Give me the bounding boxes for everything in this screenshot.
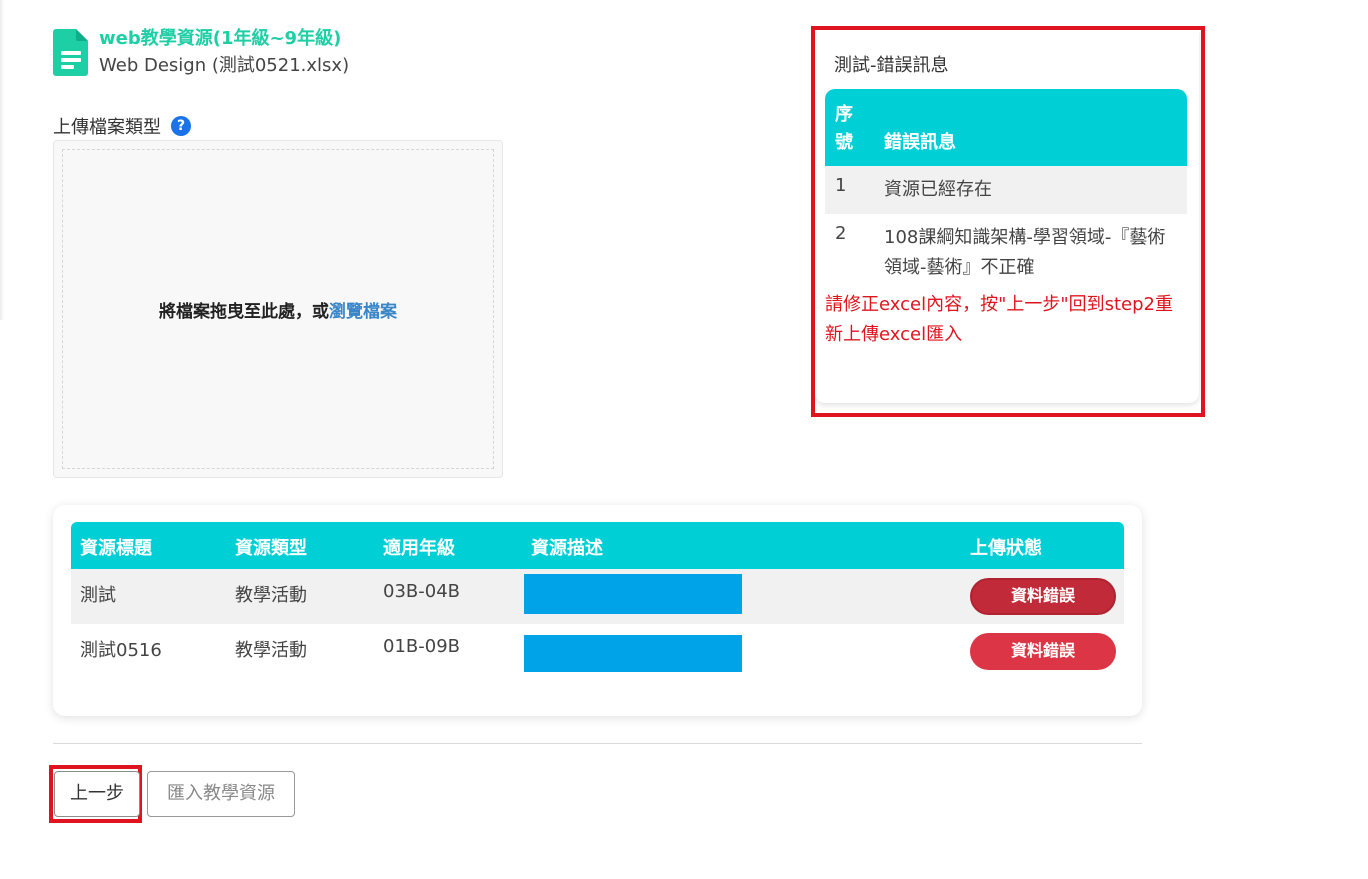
dropzone-text: 將檔案拖曳至此處，或瀏覽檔案 — [159, 297, 397, 322]
error-row-no: 2 — [835, 223, 847, 244]
import-resources-button[interactable]: 匯入教學資源 — [147, 771, 295, 817]
cell-type: 教學活動 — [235, 640, 307, 661]
file-title: web教學資源(1年級~9年級) — [99, 28, 342, 49]
cell-type: 教學活動 — [235, 585, 307, 606]
table-row: 測試0516 教學活動 01B-09B 資料錯誤 — [71, 624, 1124, 679]
upload-type-text: 上傳檔案類型 — [53, 117, 161, 138]
col-description: 資源描述 — [531, 538, 603, 559]
col-status: 上傳狀態 — [970, 538, 1042, 559]
file-dropzone[interactable]: 將檔案拖曳至此處，或瀏覽檔案 — [53, 140, 503, 478]
error-instruction: 請修正excel內容，按"上一步"回到step2重新上傳excel匯入 — [825, 294, 1174, 345]
cell-title: 測試0516 — [80, 640, 162, 661]
dropzone-area[interactable]: 將檔案拖曳至此處，或瀏覽檔案 — [62, 149, 494, 469]
file-subtitle: Web Design (測試0521.xlsx) — [99, 55, 350, 76]
table-row: 測試 教學活動 03B-04B 資料錯誤 — [71, 569, 1124, 624]
col-grade: 適用年級 — [383, 538, 455, 559]
document-icon — [53, 29, 88, 76]
resource-table-header: 資源標題 資源類型 適用年級 資源描述 上傳狀態 — [71, 522, 1124, 569]
error-col-no: 序號 — [835, 104, 853, 153]
divider — [53, 743, 1142, 744]
dropzone-instruction: 將檔案拖曳至此處，或 — [159, 301, 329, 322]
error-row-message: 資源已經存在 — [884, 179, 992, 200]
error-col-message: 錯誤訊息 — [884, 132, 956, 153]
error-panel-title: 測試-錯誤訊息 — [834, 55, 949, 76]
prev-step-button[interactable]: 上一步 — [54, 771, 140, 817]
error-row-message: 108課綱知識架構-學習領域-『藝術領域-藝術』不正確 — [884, 227, 1166, 278]
browse-files-link[interactable]: 瀏覽檔案 — [329, 302, 397, 322]
description-redacted-block — [524, 574, 742, 614]
error-row-no: 1 — [835, 175, 847, 196]
cell-grade: 01B-09B — [383, 636, 461, 657]
error-table: 序號 錯誤訊息 1 資源已經存在 2 108課綱知識架構-學習領域-『藝術領域-… — [825, 89, 1187, 286]
cell-title: 測試 — [80, 585, 116, 606]
status-error-button[interactable]: 資料錯誤 — [970, 633, 1116, 670]
status-error-button[interactable]: 資料錯誤 — [970, 578, 1116, 615]
cell-grade: 03B-04B — [383, 581, 461, 602]
upload-type-label: 上傳檔案類型 ? — [53, 113, 191, 139]
error-row: 2 108課綱知識架構-學習領域-『藝術領域-藝術』不正確 — [825, 214, 1187, 286]
error-table-header: 序號 錯誤訊息 — [825, 89, 1187, 166]
col-title: 資源標題 — [80, 538, 152, 559]
file-header: web教學資源(1年級~9年級) Web Design (測試0521.xlsx… — [52, 27, 349, 81]
col-type: 資源類型 — [235, 538, 307, 559]
question-circle-icon[interactable]: ? — [171, 116, 191, 136]
description-redacted-block — [524, 635, 742, 672]
error-row: 1 資源已經存在 — [825, 166, 1187, 214]
sidebar-shadow — [0, 0, 4, 320]
resource-table: 資源標題 資源類型 適用年級 資源描述 上傳狀態 測試 教學活動 03B-04B… — [71, 522, 1124, 679]
